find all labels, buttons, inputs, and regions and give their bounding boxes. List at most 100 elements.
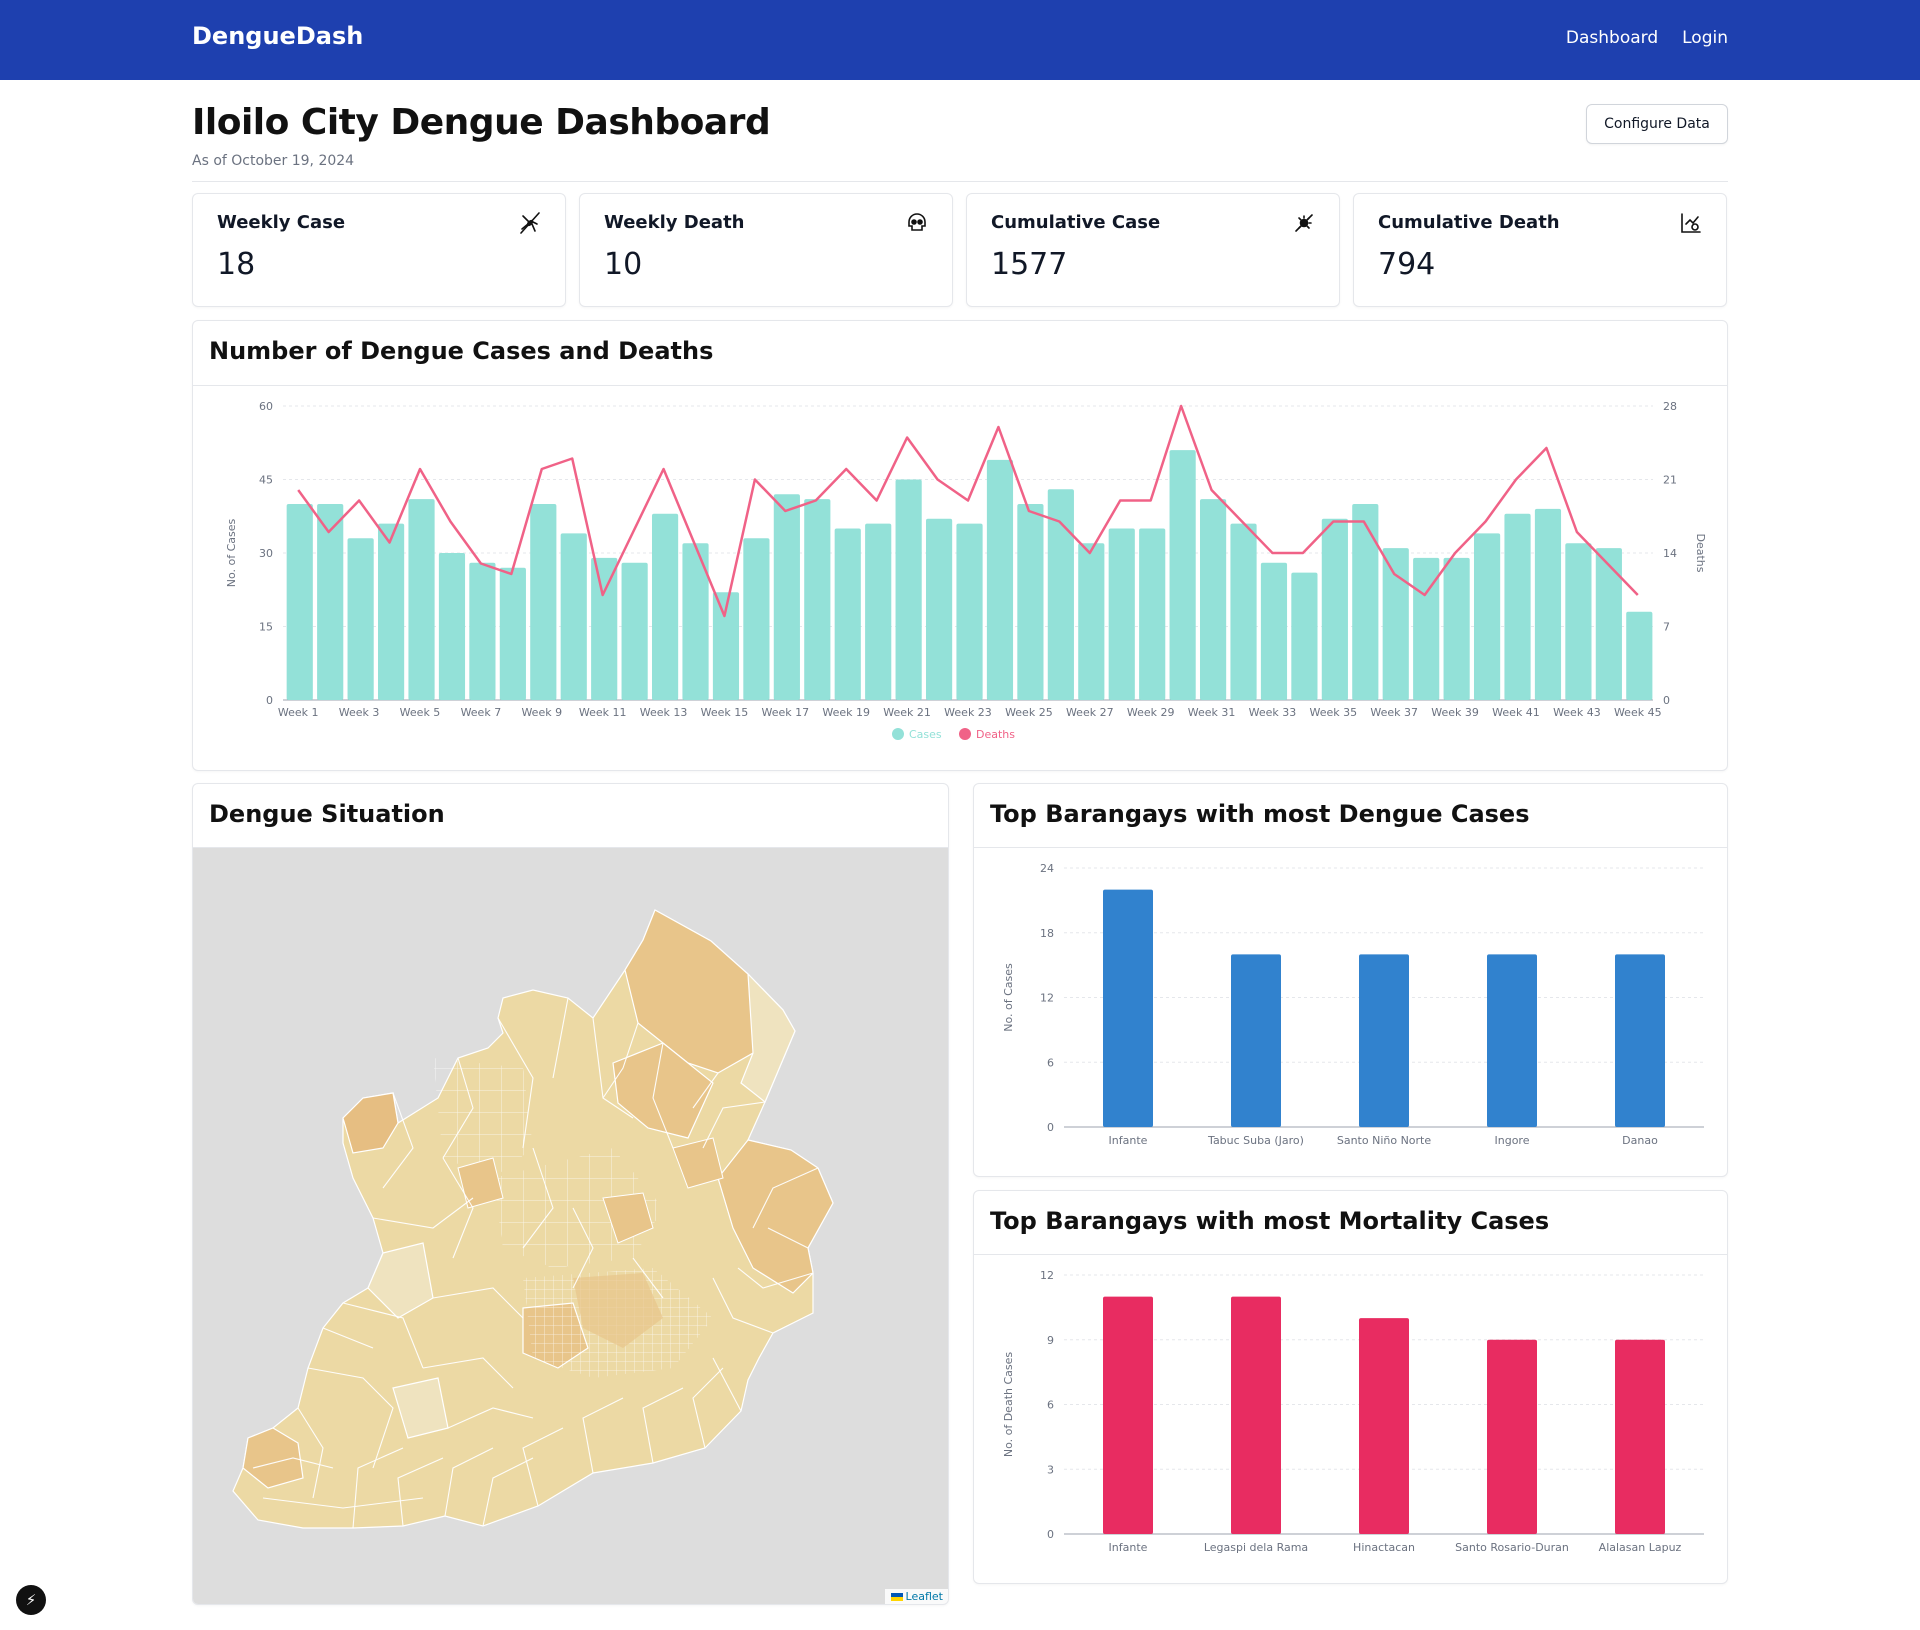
top-cases-bar-chart: 0 6 12 18 24 No. of Cases Infante Tabuc Suba (J… xyxy=(1002,862,1704,1147)
x-tick-label: Week 15 xyxy=(701,706,749,719)
nav-links: Dashboard Login xyxy=(1566,28,1728,48)
x-tick-label: Hinactacan xyxy=(1353,1541,1415,1554)
x-tick-label: Infante xyxy=(1109,1541,1148,1554)
as-of-date: As of October 19, 2024 xyxy=(192,153,355,169)
nav-link-dashboard[interactable]: Dashboard xyxy=(1566,28,1658,48)
cases-bar xyxy=(1017,504,1044,700)
cases-bar xyxy=(773,494,800,700)
top-barangays-mortality-card: Top Barangays with most Mortality Cases … xyxy=(973,1190,1728,1584)
cases-bar xyxy=(834,528,861,700)
cases-bar xyxy=(1321,518,1348,700)
x-tick-label: Infante xyxy=(1109,1134,1148,1147)
x-tick-label: Week 33 xyxy=(1249,706,1297,719)
stat-value: 794 xyxy=(1378,247,1436,282)
top-cases-bar xyxy=(1103,889,1153,1127)
stat-title: Weekly Death xyxy=(604,212,745,233)
cases-bar xyxy=(469,562,496,700)
x-tick-label: Santo Rosario-Duran xyxy=(1455,1541,1569,1554)
top-navbar: DengueDash Dashboard Login xyxy=(0,0,1920,80)
card-title: Top Barangays with most Mortality Cases xyxy=(990,1207,1550,1235)
x-tick-label: Week 17 xyxy=(762,706,810,719)
cases-bar xyxy=(286,504,313,700)
y-tick-label: 12 xyxy=(1040,1269,1054,1282)
top-cases-bar xyxy=(1615,954,1665,1127)
x-tick-label: Week 45 xyxy=(1614,706,1662,719)
x-tick-label: Week 37 xyxy=(1370,706,1418,719)
x-tick-label: Danao xyxy=(1622,1134,1658,1147)
cases-bar xyxy=(317,504,344,700)
y-tick-label: 24 xyxy=(1040,862,1054,875)
y-right-tick-label: 14 xyxy=(1663,547,1677,560)
x-tick-label: Ingore xyxy=(1495,1134,1530,1147)
x-tick-label: Santo Niño Norte xyxy=(1337,1134,1432,1147)
x-tick-label: Tabuc Suba (Jaro) xyxy=(1207,1134,1304,1147)
cases-bar xyxy=(1078,543,1105,700)
x-tick-label: Week 35 xyxy=(1310,706,1358,719)
cases-bar xyxy=(1443,557,1470,700)
nav-link-login[interactable]: Login xyxy=(1682,28,1728,48)
leaflet-attribution[interactable]: Leaflet xyxy=(884,1589,948,1604)
cases-bar xyxy=(438,553,466,700)
y-tick-label: 6 xyxy=(1047,1056,1054,1069)
dengue-situation-card: Dengue Situation Leaflet xyxy=(192,783,949,1605)
stat-card-cumulative-case: Cumulative Case 1577 xyxy=(966,193,1340,307)
brand-logo[interactable]: DengueDash xyxy=(192,22,363,50)
cases-bar xyxy=(895,479,922,700)
cases-bar xyxy=(560,533,587,700)
top-cases-bar xyxy=(1487,954,1537,1127)
cases-bar xyxy=(591,557,618,700)
y-right-tick-label: 21 xyxy=(1663,474,1677,487)
x-tick-label: Legaspi dela Rama xyxy=(1204,1541,1308,1554)
y-tick-label: 0 xyxy=(1047,1121,1054,1134)
y-axis-label: No. of Death Cases xyxy=(1002,1352,1015,1458)
cases-bar xyxy=(1352,504,1379,700)
top-deaths-bar xyxy=(1359,1318,1409,1534)
configure-data-button[interactable]: Configure Data xyxy=(1586,104,1728,144)
x-tick-label: Week 29 xyxy=(1127,706,1175,719)
cases-bar xyxy=(956,523,983,700)
top-barangays-cases-card: Top Barangays with most Dengue Cases 0 6 1… xyxy=(973,783,1728,1177)
cases-bar xyxy=(621,562,648,700)
cases-bar xyxy=(1565,543,1592,700)
stat-value: 1577 xyxy=(991,247,1068,282)
cases-bar xyxy=(986,459,1014,700)
y-tick-label: 12 xyxy=(1040,992,1054,1005)
cases-bar xyxy=(1260,562,1288,700)
x-tick-label: Week 39 xyxy=(1431,706,1479,719)
dev-tools-bolt-icon[interactable]: ⚡ xyxy=(16,1585,46,1615)
legend-cases-swatch xyxy=(892,728,904,740)
card-title: Top Barangays with most Dengue Cases xyxy=(990,800,1530,828)
mosquito-icon xyxy=(517,210,543,236)
top-deaths-bar xyxy=(1103,1296,1153,1534)
cases-bar xyxy=(1595,548,1622,700)
y-left-tick-label: 30 xyxy=(259,547,273,560)
y-right-tick-label: 0 xyxy=(1663,694,1670,707)
choropleth-map[interactable]: Leaflet xyxy=(193,848,948,1604)
top-deaths-bar xyxy=(1487,1339,1537,1534)
ukraine-flag-icon xyxy=(890,1593,903,1601)
x-tick-label: Week 7 xyxy=(461,706,502,719)
x-tick-label: Week 11 xyxy=(579,706,627,719)
cases-bar xyxy=(1534,508,1562,700)
cases-bar xyxy=(377,523,405,700)
x-tick-label: Week 43 xyxy=(1553,706,1601,719)
stat-title: Weekly Case xyxy=(217,212,346,233)
cases-bar xyxy=(1382,548,1409,700)
cases-deaths-card: Number of Dengue Cases and Deaths 0 15 30 4… xyxy=(192,320,1728,771)
virus-icon xyxy=(1291,210,1317,236)
top-deaths-bar xyxy=(1231,1296,1281,1534)
y-right-axis-label: Deaths xyxy=(1694,534,1707,573)
y-tick-label: 6 xyxy=(1047,1399,1054,1412)
x-tick-label: Alalasan Lapuz xyxy=(1599,1541,1682,1554)
attribution-text: Leaflet xyxy=(905,1590,943,1603)
x-tick-label: Week 13 xyxy=(640,706,688,719)
x-tick-label: Week 9 xyxy=(521,706,562,719)
y-left-tick-label: 15 xyxy=(259,621,273,634)
y-right-tick-label: 7 xyxy=(1663,621,1670,634)
cases-bar xyxy=(1291,572,1318,700)
y-tick-label: 9 xyxy=(1047,1334,1054,1347)
stat-value: 18 xyxy=(217,247,256,282)
cases-bar xyxy=(1047,489,1074,700)
x-tick-label: Week 23 xyxy=(944,706,992,719)
y-tick-label: 18 xyxy=(1040,927,1054,940)
